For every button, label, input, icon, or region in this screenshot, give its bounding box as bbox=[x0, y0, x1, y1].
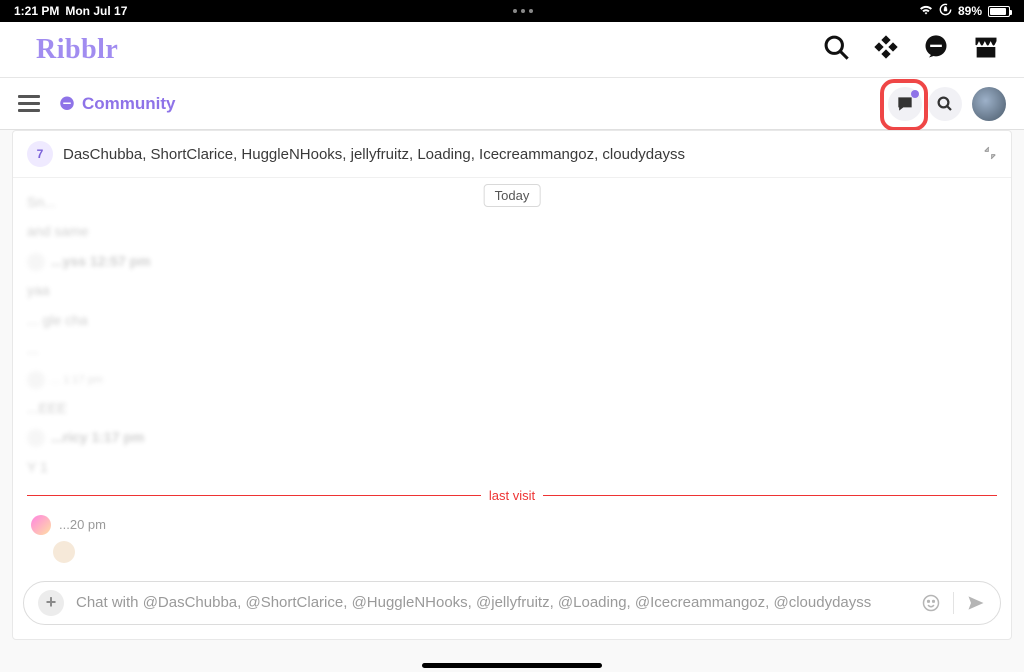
battery-icon bbox=[988, 6, 1010, 17]
composer-divider bbox=[953, 592, 954, 614]
avatar-small bbox=[31, 515, 51, 535]
faded-history: Sn... and same ...yss 12:57 pm yaa ... g… bbox=[27, 186, 997, 482]
multitask-dots bbox=[513, 9, 533, 13]
participant-count-badge: 7 bbox=[27, 141, 53, 167]
attach-button[interactable]: + bbox=[38, 590, 64, 616]
user-avatar[interactable] bbox=[972, 87, 1006, 121]
wifi-icon bbox=[919, 4, 933, 18]
store-icon[interactable] bbox=[972, 33, 1000, 66]
page-title[interactable]: Community bbox=[58, 94, 176, 114]
home-indicator[interactable] bbox=[422, 663, 602, 668]
menu-icon[interactable] bbox=[18, 95, 40, 112]
orientation-lock-icon bbox=[939, 3, 952, 19]
battery-percent: 89% bbox=[958, 4, 982, 18]
ios-status-bar: 1:21 PM Mon Jul 17 89% bbox=[0, 0, 1024, 22]
page-title-text: Community bbox=[82, 94, 176, 114]
message-input[interactable] bbox=[76, 594, 909, 611]
emoji-icon[interactable] bbox=[921, 593, 941, 613]
send-icon[interactable] bbox=[966, 593, 986, 613]
community-header: Community bbox=[0, 78, 1024, 130]
chat-body[interactable]: Today Sn... and same ...yss 12:57 pm yaa… bbox=[13, 178, 1011, 563]
messages-button[interactable] bbox=[888, 87, 922, 121]
last-visit-divider: last visit bbox=[27, 488, 997, 503]
chat-panel: 7 DasChubba, ShortClarice, HuggleNHooks,… bbox=[12, 130, 1012, 640]
message-composer: + bbox=[23, 581, 1001, 625]
status-time: 1:21 PM bbox=[14, 4, 59, 18]
app-top-bar: Ribblr bbox=[0, 22, 1024, 78]
recent-message-meta: ...20 pm bbox=[27, 515, 997, 535]
participants-list: DasChubba, ShortClarice, HuggleNHooks, j… bbox=[63, 146, 973, 163]
brand-logo[interactable]: Ribblr bbox=[36, 34, 118, 66]
notification-dot bbox=[911, 90, 919, 98]
community-icon bbox=[58, 95, 76, 113]
collapse-icon[interactable] bbox=[983, 146, 997, 163]
status-date: Mon Jul 17 bbox=[65, 4, 127, 18]
attachment-thumb[interactable] bbox=[53, 541, 75, 563]
chat-header[interactable]: 7 DasChubba, ShortClarice, HuggleNHooks,… bbox=[13, 131, 1011, 178]
recent-time: ...20 pm bbox=[59, 517, 106, 532]
search-small-button[interactable] bbox=[928, 87, 962, 121]
search-icon[interactable] bbox=[822, 33, 850, 66]
chat-bubble-icon[interactable] bbox=[922, 33, 950, 66]
pix-icon[interactable] bbox=[872, 33, 900, 66]
search-small-icon bbox=[936, 95, 954, 113]
